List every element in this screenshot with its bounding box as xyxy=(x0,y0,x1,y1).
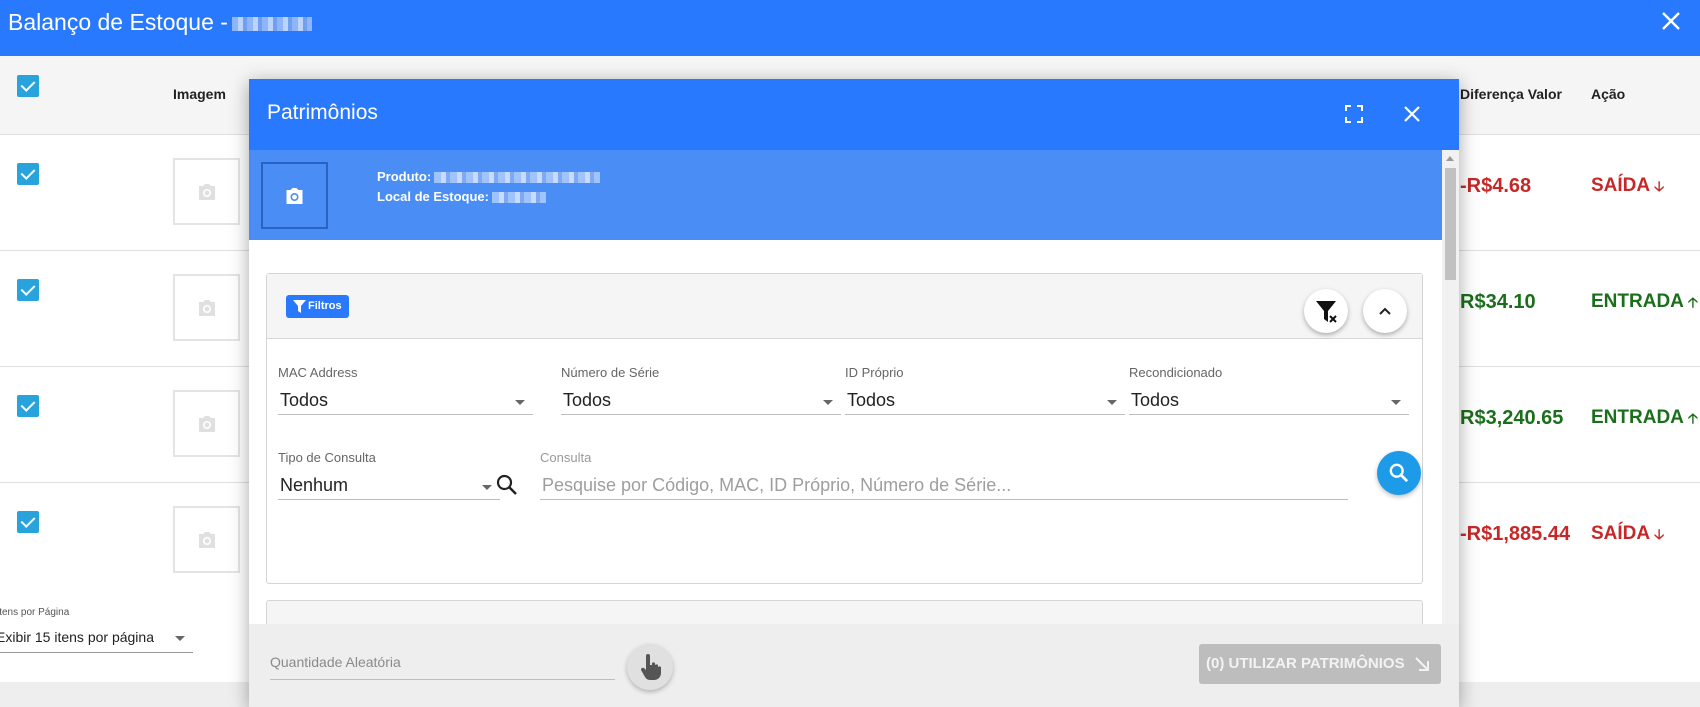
filter-clear-icon xyxy=(1316,301,1337,323)
scroll-up-icon[interactable] xyxy=(1446,156,1454,161)
serial-number-select[interactable]: Todos xyxy=(561,387,841,415)
own-id-select[interactable]: Todos xyxy=(845,387,1125,415)
arrow-up-icon: 🡡 xyxy=(1687,410,1698,426)
query-input[interactable]: Pesquise por Código, MAC, ID Próprio, Nú… xyxy=(540,472,1348,500)
row-checkbox[interactable] xyxy=(17,395,39,417)
serial-number-label: Número de Série xyxy=(561,365,660,380)
page-title: Balanço de Estoque - xyxy=(8,9,312,36)
action-status: ENTRADA 🡡 xyxy=(1591,407,1698,428)
product-line: Produto: xyxy=(377,169,601,184)
search-button[interactable] xyxy=(1377,451,1421,495)
select-all-checkbox[interactable] xyxy=(17,75,39,97)
chevron-up-icon xyxy=(1379,307,1391,315)
query-type-select[interactable]: Nenhum xyxy=(278,472,500,500)
product-image-placeholder xyxy=(261,162,328,229)
chevron-down-icon xyxy=(175,636,185,641)
app-header: Balanço de Estoque - xyxy=(0,0,1700,56)
random-pick-button[interactable] xyxy=(627,644,673,690)
arrow-down-icon: 🡣 xyxy=(1654,526,1665,542)
own-id-label: ID Próprio xyxy=(845,365,904,380)
stock-location-line: Local de Estoque: xyxy=(377,189,546,204)
modal-footer: Quantidade Aleatória (0) UTILIZAR PATRIM… xyxy=(249,624,1459,707)
value-diff: R$34.10 xyxy=(1460,291,1536,313)
row-checkbox[interactable] xyxy=(17,511,39,533)
per-page-select[interactable]: Exibir 15 itens por página xyxy=(0,627,193,653)
filters-card: Filtros MAC Address Todos Número de Séri… xyxy=(266,273,1423,584)
chevron-down-icon xyxy=(1107,400,1117,405)
camera-icon xyxy=(199,184,215,200)
collapse-filters-button[interactable] xyxy=(1363,289,1407,333)
per-page-label: itens por Página xyxy=(0,607,70,618)
fullscreen-icon[interactable] xyxy=(1343,103,1365,125)
chevron-down-icon xyxy=(1391,400,1401,405)
chevron-down-icon xyxy=(482,485,492,490)
action-status: SAÍDA 🡣 xyxy=(1591,523,1665,544)
product-image-placeholder xyxy=(173,274,240,341)
arrow-up-icon: 🡡 xyxy=(1687,294,1698,310)
filter-icon xyxy=(293,299,306,313)
row-checkbox[interactable] xyxy=(17,279,39,301)
row-checkbox[interactable] xyxy=(17,163,39,185)
value-diff: -R$1,885.44 xyxy=(1460,523,1571,545)
redacted-text xyxy=(491,192,546,204)
action-status: ENTRADA 🡡 xyxy=(1591,291,1698,312)
redacted-text xyxy=(231,16,312,31)
column-header-action: Ação xyxy=(1591,86,1626,102)
value-diff: -R$4.68 xyxy=(1460,175,1532,197)
column-header-image: Imagem xyxy=(173,86,226,102)
filters-badge: Filtros xyxy=(286,295,349,318)
hand-pointer-icon xyxy=(640,654,661,680)
search-icon xyxy=(496,474,517,495)
modal-scrollbar[interactable] xyxy=(1442,150,1459,624)
modal-header: Patrimônios xyxy=(249,79,1459,150)
refurbished-label: Recondicionado xyxy=(1129,365,1223,380)
modal-title: Patrimônios xyxy=(267,101,378,124)
arrow-down-icon: 🡣 xyxy=(1654,178,1665,194)
assets-modal: Patrimônios Produto: Local de Estoque: F… xyxy=(249,79,1459,707)
redacted-text xyxy=(434,172,601,184)
value-diff: R$3,240.65 xyxy=(1460,407,1564,429)
camera-icon xyxy=(199,532,215,548)
arrow-down-right-icon xyxy=(1415,657,1429,671)
action-status: SAÍDA 🡣 xyxy=(1591,175,1665,196)
search-icon xyxy=(1389,463,1409,483)
product-image-placeholder xyxy=(173,390,240,457)
close-icon[interactable] xyxy=(1660,10,1682,32)
close-icon[interactable] xyxy=(1401,103,1423,125)
use-assets-button[interactable]: (0) UTILIZAR PATRIMÔNIOS xyxy=(1199,644,1441,684)
refurbished-select[interactable]: Todos xyxy=(1129,387,1409,415)
query-label: Consulta xyxy=(540,450,592,465)
camera-icon xyxy=(199,416,215,432)
chevron-down-icon xyxy=(515,400,525,405)
product-image-placeholder xyxy=(173,506,240,573)
column-header-value-diff: Diferença Valor xyxy=(1460,86,1562,102)
camera-icon xyxy=(286,188,303,204)
product-info-banner: Produto: Local de Estoque: xyxy=(249,150,1442,240)
chevron-down-icon xyxy=(823,400,833,405)
scrollbar-thumb[interactable] xyxy=(1445,168,1456,280)
query-type-label: Tipo de Consulta xyxy=(278,450,376,465)
product-image-placeholder xyxy=(173,158,240,225)
filters-card-header: Filtros xyxy=(267,274,1422,339)
random-quantity-input[interactable]: Quantidade Aleatória xyxy=(270,654,615,680)
mac-address-select[interactable]: Todos xyxy=(278,387,533,415)
camera-icon xyxy=(199,300,215,316)
clear-filters-button[interactable] xyxy=(1304,289,1348,333)
mac-address-label: MAC Address xyxy=(278,365,358,380)
